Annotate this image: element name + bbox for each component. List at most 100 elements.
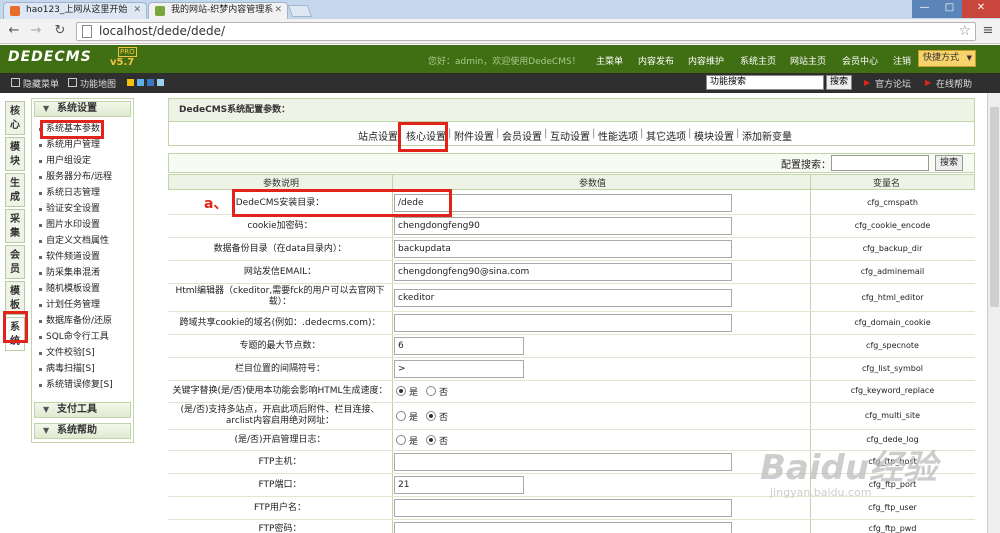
vtab-template[interactable]: 模板 xyxy=(5,281,25,315)
bullet-icon xyxy=(39,160,42,163)
maximize-icon[interactable]: □ xyxy=(937,0,962,18)
sidebar-item[interactable]: 图片水印设置 xyxy=(34,218,100,233)
vtab-module[interactable]: 模块 xyxy=(5,137,25,171)
backup-dir-input[interactable]: backupdata xyxy=(394,240,732,258)
url-field[interactable]: localhost/dede/dede/ ☆ xyxy=(76,22,976,41)
sidebar-item[interactable]: 病毒扫描[S] xyxy=(34,362,95,377)
skin-color-icon[interactable] xyxy=(137,79,144,86)
sidebar-item[interactable]: 数据库备份/还原 xyxy=(34,314,112,329)
tab-member-settings[interactable]: 会员设置 xyxy=(502,128,542,143)
sidebar-item[interactable]: 系统日志管理 xyxy=(34,186,100,201)
forward-arrow-icon[interactable]: → xyxy=(26,22,46,40)
config-tabs: 站点设置 核心设置 | 附件设置 | 会员设置 | 互动设置 | 性能选项 | … xyxy=(168,122,975,146)
close-tab-icon[interactable]: ✕ xyxy=(133,3,141,18)
sidebar-item[interactable]: 用户组设定 xyxy=(34,154,91,169)
table-row: 网站发信EMAIL： chengdongfeng90@sina.com cfg_… xyxy=(168,261,975,284)
sidebar-item[interactable]: 计划任务管理 xyxy=(34,298,100,313)
sidebar-item[interactable]: 文件校验[S] xyxy=(34,346,95,361)
vtab-member[interactable]: 会员 xyxy=(5,245,25,279)
list-symbol-input[interactable]: > xyxy=(394,360,524,378)
multi-site-no-radio[interactable] xyxy=(426,411,436,421)
bullet-icon xyxy=(39,240,42,243)
tab-other-options[interactable]: 其它选项 xyxy=(646,128,686,143)
sidebar-item[interactable]: 系统用户管理 xyxy=(34,138,100,153)
bookmark-star-icon[interactable]: ☆ xyxy=(958,23,971,39)
ftp-port-input[interactable]: 21 xyxy=(394,476,524,494)
tab-performance-options[interactable]: 性能选项 xyxy=(598,128,638,143)
sidebar-group-payment-tools[interactable]: ▼ 支付工具 xyxy=(34,402,131,418)
function-map-link[interactable]: 功能地图 xyxy=(80,77,116,90)
nav-main-menu[interactable]: 主菜单 xyxy=(596,54,623,67)
nav-publish[interactable]: 内容发布 xyxy=(638,54,674,67)
tab-site-settings[interactable]: 站点设置 xyxy=(358,128,398,143)
minimize-icon[interactable]: — xyxy=(912,0,937,18)
domain-cookie-input[interactable] xyxy=(394,314,732,332)
quick-menu-button[interactable]: 快捷方式 ▼ xyxy=(918,50,976,67)
browser-tab-dedecms[interactable]: 我的网站-织梦内容管理系 ✕ xyxy=(148,2,288,19)
tab-module-settings[interactable]: 模块设置 xyxy=(694,128,734,143)
highlight-system-basic-params xyxy=(40,120,104,139)
sidebar-item[interactable]: 系统错误修复[S] xyxy=(34,378,113,393)
function-search-button[interactable]: 搜索 xyxy=(826,75,852,90)
tab-add-variable[interactable]: 添加新变量 xyxy=(742,128,792,143)
nav-logout[interactable]: 注销 xyxy=(893,54,911,67)
browser-tab-hao123[interactable]: hao123_上网从这里开始 ✕ xyxy=(3,2,147,19)
tab-interaction-settings[interactable]: 互动设置 xyxy=(550,128,590,143)
nav-system-home[interactable]: 系统主页 xyxy=(740,54,776,67)
skin-color-icon[interactable] xyxy=(147,79,154,86)
new-tab-button[interactable] xyxy=(287,5,313,17)
back-arrow-icon[interactable]: ← xyxy=(4,22,24,40)
html-editor-input[interactable]: ckeditor xyxy=(394,289,732,307)
tab-attachment-settings[interactable]: 附件设置 xyxy=(454,128,494,143)
ftp-host-input[interactable] xyxy=(394,453,732,471)
row-variable: cfg_cookie_encode xyxy=(854,221,931,230)
config-search-input[interactable] xyxy=(831,155,929,171)
page-scrollbar[interactable] xyxy=(987,93,1000,533)
ftp-password-input[interactable] xyxy=(394,522,732,533)
vtab-generate[interactable]: 生成 xyxy=(5,173,25,207)
ftp-user-input[interactable] xyxy=(394,499,732,517)
sidebar-item[interactable]: SQL命令行工具 xyxy=(34,330,109,345)
reload-icon[interactable]: ↻ xyxy=(50,22,70,40)
sidebar-group-system-settings[interactable]: ▼ 系统设置 xyxy=(34,101,131,117)
vtab-collect[interactable]: 采集 xyxy=(5,209,25,243)
sidebar-item[interactable]: 防采集串混淆 xyxy=(34,266,100,281)
dede-log-no-radio[interactable] xyxy=(426,435,436,445)
page-title: DedeCMS系统配置参数： xyxy=(168,98,975,122)
sidebar-item[interactable]: 软件频道设置 xyxy=(34,250,100,265)
menu-icon[interactable]: ≡ xyxy=(978,22,998,40)
table-row: (是/否)支持多站点，开启此项后附件、栏目连接、arclist内容启用绝对网址：… xyxy=(168,403,975,430)
sidebar-item[interactable]: 自定义文档属性 xyxy=(34,234,109,249)
function-search-input[interactable]: 功能搜索 xyxy=(706,75,824,90)
sidebar-item[interactable]: 服务器分布/远程 xyxy=(34,170,112,185)
multi-site-yes-radio[interactable] xyxy=(396,411,406,421)
nav-member-center[interactable]: 会员中心 xyxy=(842,54,878,67)
sidebar-item[interactable]: 随机模板设置 xyxy=(34,282,100,297)
sidebar-item-label: 病毒扫描[S] xyxy=(46,364,95,374)
keyword-replace-yes-radio[interactable] xyxy=(396,386,406,396)
admin-email-input[interactable]: chengdongfeng90@sina.com xyxy=(394,263,732,281)
online-help-link[interactable]: 在线帮助 xyxy=(936,77,972,90)
url-text: localhost/dede/dede/ xyxy=(99,24,225,38)
cookie-encode-input[interactable]: chengdongfeng90 xyxy=(394,217,732,235)
close-tab-icon[interactable]: ✕ xyxy=(274,3,282,18)
nav-site-home[interactable]: 网站主页 xyxy=(790,54,826,67)
vtab-core[interactable]: 核心 xyxy=(5,101,25,135)
hide-menu-link[interactable]: 隐藏菜单 xyxy=(23,77,59,90)
skin-color-icon[interactable] xyxy=(127,79,134,86)
hao123-favicon-icon xyxy=(10,6,20,16)
page-icon xyxy=(82,25,92,38)
row-label: Html编辑器（ckeditor,需要fck的用户可以去官网下载）： xyxy=(175,286,385,307)
keyword-replace-no-radio[interactable] xyxy=(426,386,436,396)
specnote-input[interactable]: 6 xyxy=(394,337,524,355)
row-label: FTP用户名： xyxy=(254,503,306,513)
dede-log-yes-radio[interactable] xyxy=(396,435,406,445)
official-forum-link[interactable]: 官方论坛 xyxy=(875,77,911,90)
config-search-button[interactable]: 搜索 xyxy=(935,155,963,171)
skin-color-icon[interactable] xyxy=(157,79,164,86)
scrollbar-thumb[interactable] xyxy=(990,107,999,307)
sidebar-item[interactable]: 验证安全设置 xyxy=(34,202,100,217)
sidebar-group-system-help[interactable]: ▼ 系统帮助 xyxy=(34,423,131,439)
close-window-icon[interactable]: ✕ xyxy=(962,0,1000,18)
nav-maintain[interactable]: 内容维护 xyxy=(688,54,724,67)
